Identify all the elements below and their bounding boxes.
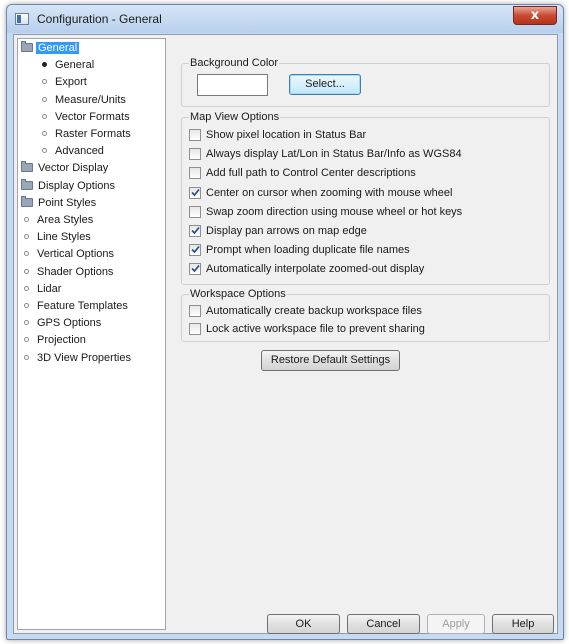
option-label: Automatically interpolate zoomed-out dis… (206, 263, 425, 276)
checkmark-icon[interactable] (189, 186, 201, 199)
ok-button[interactable]: OK (267, 614, 340, 634)
bullet-icon (24, 303, 29, 308)
dialog-body: General General Export Measure/Units Vector … (13, 34, 558, 634)
configuration-dialog: Configuration - General x General General… (6, 4, 564, 640)
checkmark-icon[interactable] (189, 225, 201, 237)
map-view-options-title: Map View Options (189, 111, 281, 123)
cancel-button[interactable]: Cancel (347, 614, 420, 634)
tree-item[interactable]: Vector Display (21, 160, 110, 176)
folder-icon (21, 41, 33, 52)
checkbox-box[interactable] (189, 167, 201, 180)
tree-item[interactable]: Area Styles (21, 212, 95, 228)
tree-item-label: Vertical Options (37, 248, 115, 261)
checkbox-box[interactable] (189, 205, 201, 218)
close-button[interactable]: x (513, 6, 557, 25)
tree-item-label: Export (55, 76, 87, 89)
tree-item[interactable]: Measure/Units (28, 92, 128, 108)
background-color-group: Background Color Select... (181, 57, 550, 107)
tree-item[interactable]: Feature Templates (21, 298, 130, 314)
workspace-options-title: Workspace Options (189, 288, 287, 300)
tree-item[interactable]: Point Styles (21, 195, 98, 211)
tree-item-label: Feature Templates (37, 300, 128, 312)
tree-item[interactable]: Vertical Options (21, 246, 116, 262)
checkmark-icon[interactable] (189, 244, 201, 257)
tree-item[interactable]: Line Styles (21, 229, 93, 245)
tree-item[interactable]: Advanced (28, 143, 106, 159)
tree-item[interactable]: Shader Options (21, 264, 115, 280)
help-button[interactable]: Help (492, 614, 554, 634)
bullet-icon (24, 251, 29, 257)
bullet-icon (24, 217, 29, 222)
title-bar[interactable]: Configuration - General x (7, 5, 563, 33)
tree-item-label: Shader Options (37, 265, 114, 278)
close-icon: x (530, 8, 540, 23)
option-label: Add full path to Control Center descript… (206, 167, 416, 180)
tree-item-label: Vector Display (38, 162, 109, 175)
category-tree[interactable]: General General Export Measure/Units Vector … (17, 38, 166, 630)
tree-item-label: General (36, 42, 80, 54)
select-color-button[interactable]: Select... (289, 74, 361, 95)
tree-item[interactable]: Lidar (21, 281, 63, 297)
bullet-icon (42, 148, 47, 154)
workspace-options-group: Workspace Options Automatically create b… (181, 288, 550, 342)
checkmark-icon[interactable] (189, 263, 201, 276)
option-label: Center on cursor when zooming with mouse… (206, 186, 453, 199)
bullet-icon (24, 268, 29, 274)
tree-item-label: Vector Formats (55, 110, 130, 123)
tree-item-label: Line Styles (37, 231, 91, 244)
bullet-icon (24, 354, 29, 360)
tree-item-label: Raster Formats (55, 128, 131, 140)
tree-item[interactable]: Export (28, 74, 89, 90)
tree-item-label: Advanced (55, 145, 104, 158)
tree-item-label: Measure/Units (55, 93, 126, 106)
bullet-icon (24, 320, 29, 326)
folder-icon (21, 161, 33, 173)
map-view-options-group: Map View Options Show pixel location in … (181, 111, 550, 285)
tree-item[interactable]: Vector Formats (28, 109, 132, 125)
option-label: Lock active workspace file to prevent sh… (206, 322, 425, 335)
background-color-swatch (197, 74, 268, 96)
restore-default-settings-button[interactable]: Restore Default Settings (261, 350, 400, 371)
bullet-icon (24, 234, 29, 240)
folder-icon (21, 195, 33, 207)
tree-item-label: 3D View Properties (37, 351, 131, 364)
tree-item[interactable]: General (28, 57, 96, 73)
option-label: Swap zoom direction using mouse wheel or… (206, 205, 463, 218)
tree-item-label: General (55, 59, 95, 72)
bullet-icon (42, 131, 47, 136)
option-label: Display pan arrows on map edge (206, 225, 367, 237)
bullet-icon (42, 79, 47, 85)
checkbox-box[interactable] (189, 148, 201, 161)
bullet-icon (24, 337, 29, 343)
checkbox-box[interactable] (189, 129, 201, 141)
tree-item[interactable]: Projection (21, 332, 88, 348)
bullet-icon (42, 62, 47, 68)
tree-item-label: GPS Options (37, 317, 102, 330)
option-label: Show pixel location in Status Bar (206, 129, 367, 141)
folder-icon (21, 178, 33, 190)
checkbox-box[interactable] (189, 305, 201, 317)
tree-item-label: Area Styles (37, 214, 94, 226)
option-label: Prompt when loading duplicate file names (206, 244, 410, 257)
apply-button[interactable]: Apply (427, 614, 485, 634)
tree-item[interactable]: GPS Options (21, 315, 103, 331)
bullet-icon (42, 96, 47, 102)
tree-item[interactable]: General (21, 40, 80, 56)
tree-item[interactable]: Raster Formats (28, 126, 133, 142)
bullet-icon (24, 285, 29, 291)
background-color-title: Background Color (189, 57, 280, 69)
bullet-icon (42, 113, 47, 119)
tree-item[interactable]: 3D View Properties (21, 350, 133, 366)
option-label: Automatically create backup workspace fi… (206, 305, 422, 317)
checkbox-box[interactable] (189, 322, 201, 335)
tree-item-label: Projection (37, 334, 86, 347)
tree-item-label: Point Styles (38, 196, 97, 209)
option-label: Always display Lat/Lon in Status Bar/Inf… (206, 148, 462, 161)
tree-item-label: Lidar (37, 282, 62, 295)
tree-item[interactable]: Display Options (21, 178, 117, 194)
tree-item-label: Display Options (38, 179, 116, 192)
window-icon (15, 13, 29, 25)
window-title: Configuration - General (37, 12, 162, 26)
